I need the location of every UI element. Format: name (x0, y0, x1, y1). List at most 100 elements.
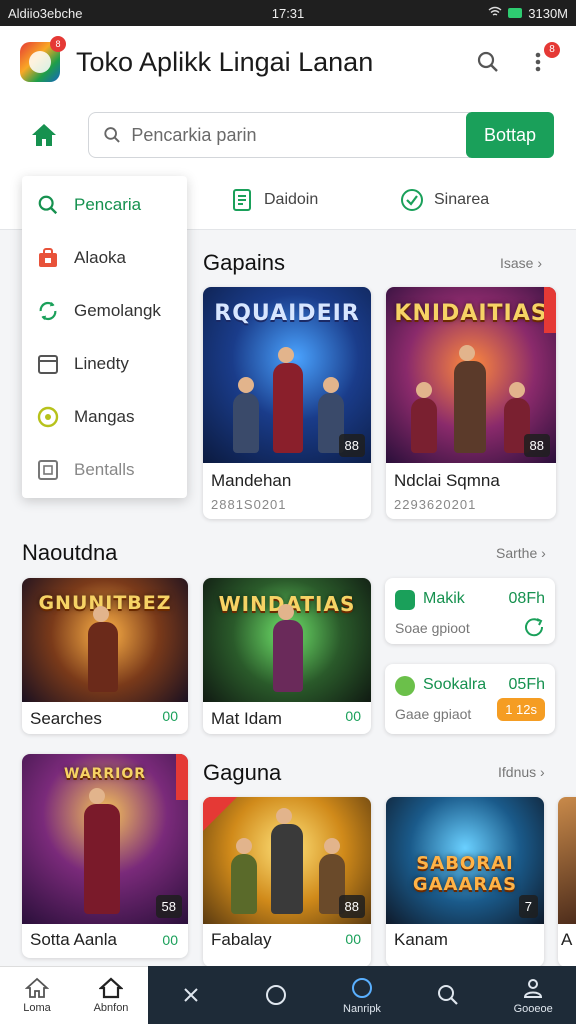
app-name: Makik (423, 590, 465, 607)
app-list-item[interactable]: Sookalra 05Fh Gaae gpiaot 1 12s (385, 664, 555, 734)
search-button[interactable] (470, 44, 506, 80)
tab-label: Sinarea (434, 191, 490, 208)
hero-figure (231, 838, 257, 914)
game-art-title: KNIDAITIAS (394, 301, 548, 326)
see-more-label: Ifdnus (498, 764, 537, 780)
rating-chip: 88 (338, 434, 365, 457)
search-icon (36, 193, 60, 217)
hero-figure (233, 377, 259, 453)
home-icon (25, 977, 49, 998)
menu-item-label: Linedty (74, 353, 129, 373)
see-more-naoutdna[interactable]: Sarthe › (496, 545, 546, 561)
more-badge: 8 (544, 42, 560, 58)
see-more-label: Isase (500, 255, 534, 271)
game-name: Kanam (394, 930, 448, 949)
menu-item-gemolangk[interactable]: Gemolangk (22, 284, 187, 337)
status-right: 3130M (381, 6, 568, 21)
game-card[interactable]: KNIDAITIAS 88 Ndclai Sqmna 2293620201 (386, 287, 556, 519)
search-submit-button[interactable]: Bottap (466, 112, 554, 158)
menu-item-pencaria[interactable]: Pencaria (22, 178, 187, 231)
status-time: 17:31 (271, 5, 305, 21)
game-card[interactable]: A (558, 797, 576, 967)
nav-item-nanripk[interactable]: Nanripk (319, 966, 405, 1024)
app-name: Sookalra (423, 676, 487, 693)
game-sub: 2293620201 (394, 497, 477, 512)
menu-item-mangas[interactable]: Mangas (22, 390, 187, 443)
nav-item-loma[interactable]: Loma (0, 967, 74, 1024)
menu-item-label: Alaoka (74, 247, 126, 267)
game-card[interactable]: WINDATIAS Mat Idam 00 (203, 578, 371, 734)
chevron-right-icon: › (541, 545, 546, 561)
promo-flag (176, 754, 188, 800)
promo-flag (203, 797, 237, 831)
see-more-gaguna[interactable]: Ifdnus › (498, 764, 545, 780)
game-art: WARRIOR 58 (22, 754, 188, 924)
game-price: 00 (162, 708, 178, 724)
nav-label: Nanripk (343, 1002, 381, 1015)
hero-figure (273, 604, 303, 692)
hero-figure (411, 382, 437, 453)
home-button[interactable] (28, 119, 60, 151)
logo-badge: 8 (50, 36, 66, 52)
search-box[interactable] (88, 112, 470, 158)
app-size: 05Fh (508, 676, 545, 693)
tab-sinarea[interactable]: Sinarea (400, 188, 489, 212)
search-row: Bottap (0, 98, 576, 172)
nav-item-abnfon[interactable]: Abnfon (74, 967, 148, 1024)
game-name: Mandehan (211, 471, 292, 490)
game-name: A (561, 930, 573, 949)
game-art-title: SABORAI GAAARAS (412, 853, 518, 895)
section-title-gapains: Gapains (203, 250, 285, 275)
tab-daidoin[interactable]: Daidoin (232, 188, 318, 212)
see-more-gapains[interactable]: Isase › (500, 255, 542, 271)
menu-item-label: Bentalls (74, 459, 135, 479)
nav-item-search[interactable] (405, 966, 491, 1024)
circle-icon (266, 985, 287, 1005)
search-icon (437, 985, 458, 1005)
rating-chip: 7 (518, 895, 538, 918)
app-store-screen: Aldiio3ebche 17:31 3130M 8 Toko Aplikk L… (0, 0, 576, 1024)
close-icon (184, 988, 198, 1002)
app-sub: Soae gpioot (395, 620, 470, 636)
battery-icon (508, 8, 523, 18)
bottom-nav-light: Loma Abnfon (0, 966, 148, 1024)
menu-item-alaoka[interactable]: Alaoka (22, 231, 187, 284)
menu-item-linedty[interactable]: Linedty (22, 337, 187, 390)
more-vertical-icon (535, 52, 541, 72)
nav-item-close[interactable] (148, 966, 234, 1024)
chevron-right-icon: › (540, 764, 545, 780)
menu-item-label: Mangas (74, 406, 135, 426)
page-title: Toko Aplikk Lingai Lanan (76, 46, 374, 77)
app-list-item[interactable]: Makik 08Fh Soae gpioot (385, 578, 555, 644)
box-icon (36, 458, 60, 482)
circle-active-icon (351, 977, 372, 998)
app-icon (395, 590, 415, 610)
app-icon (395, 676, 415, 696)
app-logo[interactable]: 8 (20, 36, 66, 82)
document-icon (233, 189, 251, 211)
game-art: GNUNITBEZ (22, 578, 188, 702)
rating-chip: 58 (155, 895, 182, 918)
search-input[interactable] (131, 124, 455, 146)
menu-item-bentalls[interactable]: Bentalls (22, 443, 187, 496)
menu-item-label: Gemolangk (74, 300, 161, 320)
refresh-icon (525, 618, 544, 637)
game-card[interactable]: SABORAI GAAARAS 7 Kanam (386, 797, 544, 967)
more-button[interactable]: 8 (520, 42, 560, 80)
nav-item-gooeoe[interactable]: Gooeoe (490, 966, 576, 1024)
game-art (558, 797, 576, 924)
nav-item-circle[interactable] (234, 966, 320, 1024)
bag-icon (36, 246, 60, 270)
menu-item-label: Pencaria (74, 194, 142, 214)
nav-label: Gooeoe (513, 1002, 553, 1015)
coin-icon (36, 405, 60, 429)
game-art: SABORAI GAAARAS 7 (386, 797, 544, 924)
game-art: RQUAIDEIR 88 (203, 287, 371, 463)
game-card[interactable]: RQUAIDEIR 88 Mandehan 2881S0201 (203, 287, 371, 519)
game-card[interactable]: GNUNITBEZ Searches 00 (22, 578, 188, 734)
refresh-icon (36, 299, 60, 323)
game-card[interactable]: WARRIOR 58 Sotta Aanla 00 (22, 754, 188, 958)
game-card[interactable]: 88 Fabalay 00 (203, 797, 371, 967)
search-icon (104, 127, 120, 143)
app-size: 08Fh (508, 590, 545, 607)
